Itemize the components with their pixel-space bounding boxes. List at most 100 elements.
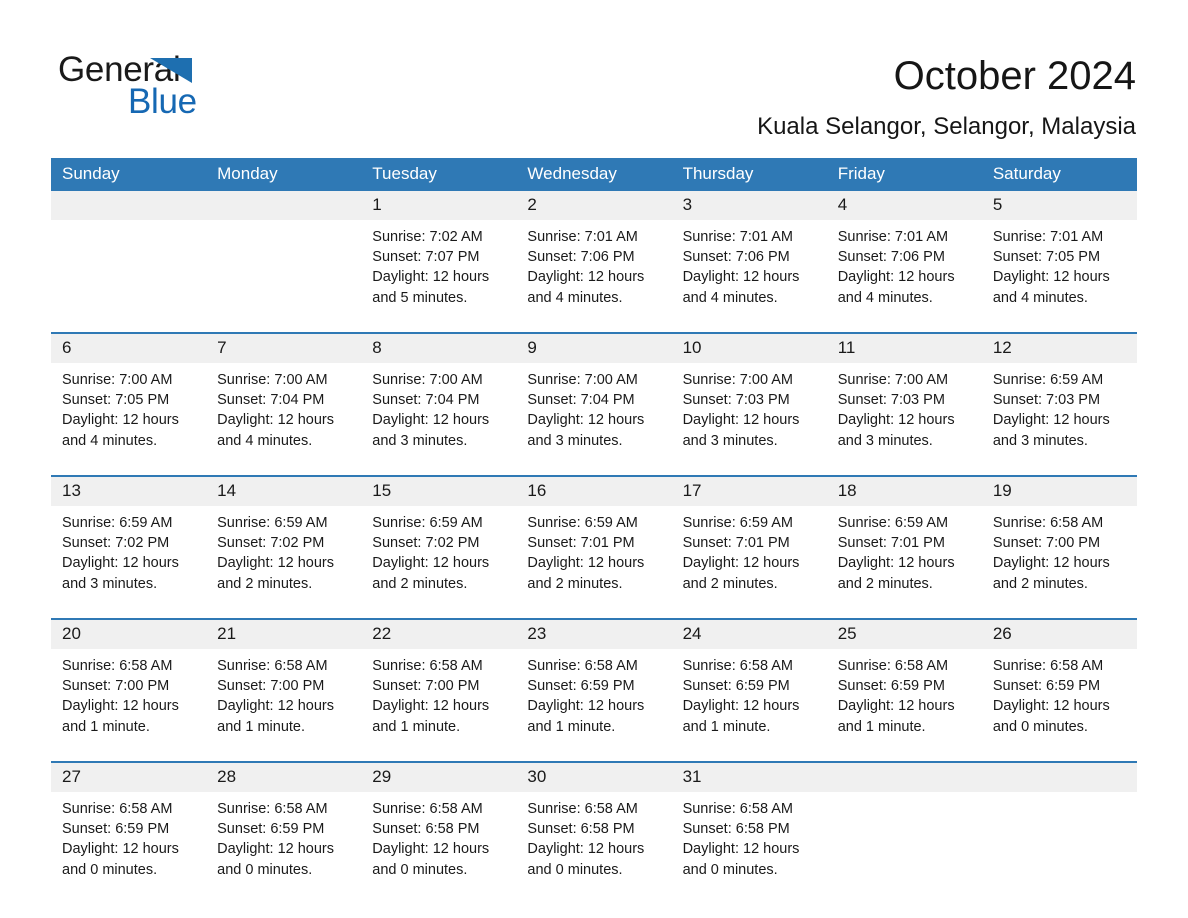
week-3-daynumbers: 13 14 15 16 17 18 19 <box>51 475 1137 506</box>
general-blue-logo: General Blue <box>58 52 258 122</box>
day-detail-cell[interactable]: Sunrise: 6:59 AM Sunset: 7:02 PM Dayligh… <box>206 506 362 619</box>
day-detail-cell[interactable]: Sunrise: 6:58 AM Sunset: 7:00 PM Dayligh… <box>981 506 1137 619</box>
day-number-cell[interactable]: 23 <box>516 618 672 649</box>
day-number-cell[interactable]: 9 <box>516 332 672 363</box>
day-detail-cell[interactable]: Sunrise: 6:59 AM Sunset: 7:02 PM Dayligh… <box>51 506 207 619</box>
day-number-cell[interactable]: 28 <box>206 761 362 792</box>
day-detail-cell[interactable]: Sunrise: 6:58 AM Sunset: 7:00 PM Dayligh… <box>361 649 517 762</box>
day-number-cell[interactable]: 17 <box>671 475 827 506</box>
day-detail-cell[interactable] <box>206 220 362 333</box>
day-number-cell[interactable]: 12 <box>981 332 1137 363</box>
day-number-cell[interactable]: 31 <box>671 761 827 792</box>
day-detail-cell[interactable]: Sunrise: 6:58 AM Sunset: 6:59 PM Dayligh… <box>671 649 827 762</box>
day-number-cell[interactable]: 27 <box>51 761 207 792</box>
day-detail-cell[interactable]: Sunrise: 7:00 AM Sunset: 7:03 PM Dayligh… <box>826 363 982 476</box>
page-subtitle-location: Kuala Selangor, Selangor, Malaysia <box>757 113 1136 140</box>
day-sun-info: Sunrise: 7:01 AM Sunset: 7:06 PM Dayligh… <box>527 229 645 306</box>
day-detail-cell[interactable]: Sunrise: 7:00 AM Sunset: 7:04 PM Dayligh… <box>206 363 362 476</box>
day-detail-cell[interactable]: Sunrise: 6:59 AM Sunset: 7:02 PM Dayligh… <box>361 506 517 619</box>
day-detail-cell[interactable]: Sunrise: 7:02 AM Sunset: 7:07 PM Dayligh… <box>361 220 517 333</box>
day-detail-cell[interactable] <box>51 220 207 333</box>
day-number-cell[interactable]: 4 <box>826 191 982 220</box>
day-number-cell[interactable]: 7 <box>206 332 362 363</box>
day-sun-info: Sunrise: 7:00 AM Sunset: 7:03 PM Dayligh… <box>837 372 955 449</box>
day-number-cell[interactable]: 6 <box>51 332 207 363</box>
day-detail-cell[interactable]: Sunrise: 6:58 AM Sunset: 7:00 PM Dayligh… <box>51 649 207 762</box>
day-detail-cell[interactable]: Sunrise: 7:00 AM Sunset: 7:03 PM Dayligh… <box>671 363 827 476</box>
day-sun-info: Sunrise: 6:58 AM Sunset: 6:58 PM Dayligh… <box>682 801 800 878</box>
day-detail-cell[interactable]: Sunrise: 7:00 AM Sunset: 7:05 PM Dayligh… <box>51 363 207 476</box>
day-number-cell[interactable]: 24 <box>671 618 827 649</box>
day-detail-cell[interactable]: Sunrise: 7:01 AM Sunset: 7:06 PM Dayligh… <box>826 220 982 333</box>
day-number-cell[interactable]: 20 <box>51 618 207 649</box>
day-sun-info: Sunrise: 6:58 AM Sunset: 6:59 PM Dayligh… <box>682 658 800 735</box>
day-number-cell[interactable] <box>206 191 362 220</box>
day-sun-info: Sunrise: 7:00 AM Sunset: 7:04 PM Dayligh… <box>372 372 490 449</box>
day-number-cell[interactable]: 15 <box>361 475 517 506</box>
day-number-cell[interactable]: 18 <box>826 475 982 506</box>
day-number-cell[interactable]: 3 <box>671 191 827 220</box>
day-sun-info: Sunrise: 6:58 AM Sunset: 7:00 PM Dayligh… <box>62 658 179 735</box>
day-number-cell[interactable]: 22 <box>361 618 517 649</box>
week-4-daynumbers: 20 21 22 23 24 25 26 <box>51 618 1137 649</box>
day-sun-info: Sunrise: 7:01 AM Sunset: 7:05 PM Dayligh… <box>992 229 1110 306</box>
day-detail-cell[interactable]: Sunrise: 6:59 AM Sunset: 7:01 PM Dayligh… <box>826 506 982 619</box>
day-number-cell[interactable]: 8 <box>361 332 517 363</box>
day-detail-cell[interactable]: Sunrise: 7:01 AM Sunset: 7:05 PM Dayligh… <box>981 220 1137 333</box>
day-number-cell[interactable]: 16 <box>516 475 672 506</box>
calendar-header-row: Sunday Monday Tuesday Wednesday Thursday… <box>51 158 1137 191</box>
day-detail-cell[interactable]: Sunrise: 6:58 AM Sunset: 6:59 PM Dayligh… <box>981 649 1137 762</box>
day-number-cell[interactable]: 11 <box>826 332 982 363</box>
week-2-daynumbers: 6 7 8 9 10 11 12 <box>51 332 1137 363</box>
day-detail-cell[interactable]: Sunrise: 6:59 AM Sunset: 7:03 PM Dayligh… <box>981 363 1137 476</box>
day-sun-info: Sunrise: 7:01 AM Sunset: 7:06 PM Dayligh… <box>837 229 955 306</box>
day-detail-cell[interactable]: Sunrise: 7:01 AM Sunset: 7:06 PM Dayligh… <box>516 220 672 333</box>
day-detail-cell[interactable]: Sunrise: 6:58 AM Sunset: 6:58 PM Dayligh… <box>516 792 672 904</box>
day-detail-cell[interactable]: Sunrise: 6:59 AM Sunset: 7:01 PM Dayligh… <box>516 506 672 619</box>
day-number-cell[interactable]: 19 <box>981 475 1137 506</box>
day-detail-cell[interactable] <box>981 792 1137 904</box>
day-detail-cell[interactable]: Sunrise: 7:00 AM Sunset: 7:04 PM Dayligh… <box>516 363 672 476</box>
day-number-cell[interactable]: 2 <box>516 191 672 220</box>
day-number-cell[interactable]: 29 <box>361 761 517 792</box>
day-detail-cell[interactable]: Sunrise: 6:59 AM Sunset: 7:01 PM Dayligh… <box>671 506 827 619</box>
day-sun-info: Sunrise: 6:59 AM Sunset: 7:02 PM Dayligh… <box>62 515 179 592</box>
day-number-cell[interactable]: 21 <box>206 618 362 649</box>
day-detail-cell[interactable]: Sunrise: 6:58 AM Sunset: 6:59 PM Dayligh… <box>51 792 207 904</box>
day-sun-info: Sunrise: 6:59 AM Sunset: 7:02 PM Dayligh… <box>217 515 335 592</box>
page-title: October 2024 <box>893 54 1136 98</box>
day-detail-cell[interactable]: Sunrise: 6:58 AM Sunset: 6:59 PM Dayligh… <box>516 649 672 762</box>
day-number-cell[interactable] <box>51 191 207 220</box>
day-detail-cell[interactable]: Sunrise: 6:58 AM Sunset: 7:00 PM Dayligh… <box>206 649 362 762</box>
day-number-cell[interactable]: 26 <box>981 618 1137 649</box>
day-number-cell[interactable]: 5 <box>981 191 1137 220</box>
day-sun-info: Sunrise: 6:58 AM Sunset: 7:00 PM Dayligh… <box>372 658 490 735</box>
calendar-table: Sunday Monday Tuesday Wednesday Thursday… <box>51 158 1137 904</box>
day-number-cell[interactable] <box>981 761 1137 792</box>
day-sun-info: Sunrise: 6:59 AM Sunset: 7:01 PM Dayligh… <box>837 515 955 592</box>
day-detail-cell[interactable]: Sunrise: 6:58 AM Sunset: 6:59 PM Dayligh… <box>826 649 982 762</box>
day-number-cell[interactable]: 30 <box>516 761 672 792</box>
day-detail-cell[interactable]: Sunrise: 7:01 AM Sunset: 7:06 PM Dayligh… <box>671 220 827 333</box>
day-sun-info: Sunrise: 6:59 AM Sunset: 7:01 PM Dayligh… <box>527 515 645 592</box>
day-sun-info: Sunrise: 7:00 AM Sunset: 7:04 PM Dayligh… <box>217 372 335 449</box>
day-detail-cell[interactable]: Sunrise: 6:58 AM Sunset: 6:58 PM Dayligh… <box>361 792 517 904</box>
day-number-cell[interactable] <box>826 761 982 792</box>
day-number-cell[interactable]: 25 <box>826 618 982 649</box>
day-number-cell[interactable]: 1 <box>361 191 517 220</box>
day-detail-cell[interactable]: Sunrise: 6:58 AM Sunset: 6:59 PM Dayligh… <box>206 792 362 904</box>
day-number-cell[interactable]: 14 <box>206 475 362 506</box>
week-2-details: Sunrise: 7:00 AM Sunset: 7:05 PM Dayligh… <box>51 363 1137 476</box>
weekday-header-saturday: Saturday <box>981 158 1137 191</box>
day-sun-info: Sunrise: 7:00 AM Sunset: 7:05 PM Dayligh… <box>62 372 179 449</box>
day-number-cell[interactable]: 13 <box>51 475 207 506</box>
day-detail-cell[interactable]: Sunrise: 7:00 AM Sunset: 7:04 PM Dayligh… <box>361 363 517 476</box>
calendar-body: 1 2 3 4 5 Sunrise: 7:02 AM Sunset: 7:07 … <box>51 191 1137 904</box>
day-sun-info: Sunrise: 6:58 AM Sunset: 6:59 PM Dayligh… <box>992 658 1110 735</box>
day-sun-info: Sunrise: 6:58 AM Sunset: 6:59 PM Dayligh… <box>62 801 179 878</box>
week-5-daynumbers: 27 28 29 30 31 <box>51 761 1137 792</box>
day-detail-cell[interactable]: Sunrise: 6:58 AM Sunset: 6:58 PM Dayligh… <box>671 792 827 904</box>
day-detail-cell[interactable] <box>826 792 982 904</box>
day-number-cell[interactable]: 10 <box>671 332 827 363</box>
day-sun-info: Sunrise: 6:58 AM Sunset: 6:59 PM Dayligh… <box>527 658 645 735</box>
